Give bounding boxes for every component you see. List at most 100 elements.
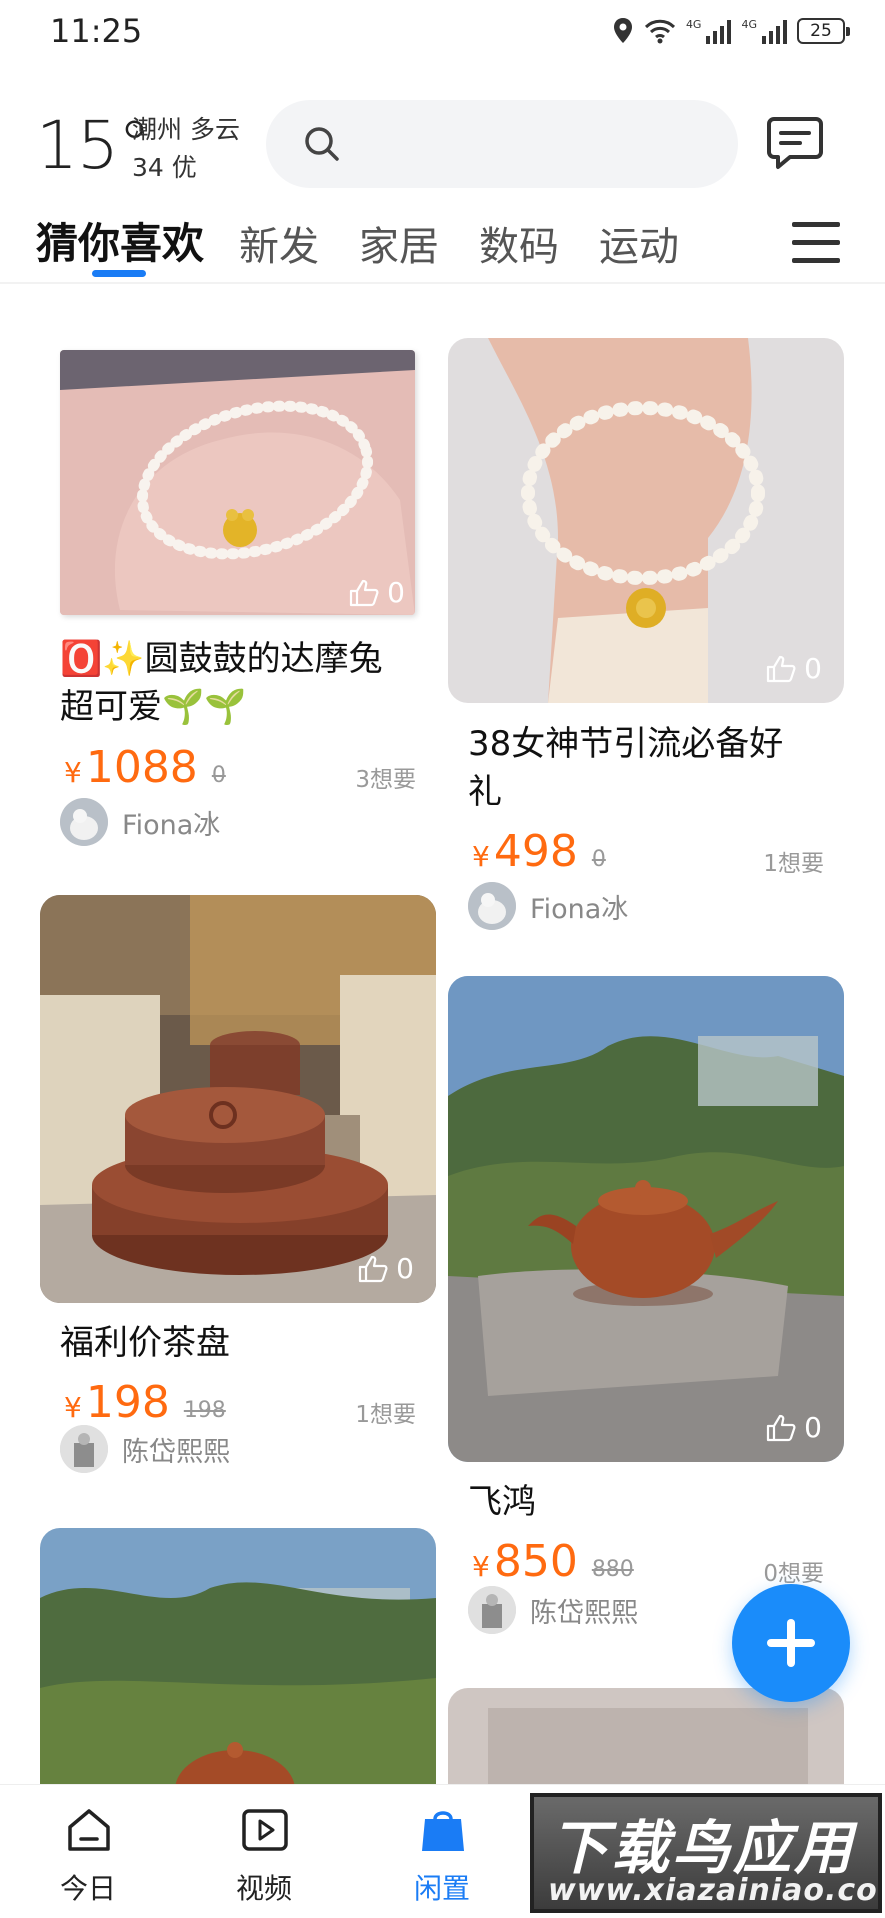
like-number: 0 [387,576,405,609]
like-number: 0 [804,652,822,685]
seller-info[interactable]: 陈岱熙熙 [468,1586,638,1634]
city-weather: 潮州 多云 [132,115,240,144]
title-line: 38女神节引流必备好 [468,724,784,764]
product-image: 0 [448,338,844,703]
seller-name: Fiona冰 [122,809,221,841]
product-price: ¥498 0 [472,826,606,877]
nav-label: 闲置 [413,1872,470,1905]
product-image: 0 [60,350,415,615]
currency-symbol: ¥ [472,1550,490,1583]
network-type-1: 4G [685,18,702,31]
want-count: 3想要 [355,767,416,793]
currency-symbol: ¥ [472,840,490,873]
message-icon[interactable] [766,116,824,170]
nav-label: 视频 [235,1872,292,1905]
shopping-bag-icon [422,1811,464,1851]
battery-icon: 25 [797,18,850,44]
nav-idle[interactable]: 闲置 [382,1785,502,1918]
nav-video[interactable]: 视频 [204,1785,324,1918]
tab-digital[interactable]: 数码 [479,214,559,272]
thumbs-up-icon [767,1414,796,1441]
seller-name: Fiona冰 [530,893,629,925]
seller-info[interactable]: 陈岱熙熙 [60,1425,230,1473]
thumbs-up-icon [359,1255,388,1282]
seller-name: 陈岱熙熙 [122,1436,230,1468]
search-icon [305,127,339,161]
want-count: 1想要 [763,851,824,877]
original-price: 0 [591,847,606,872]
product-title: 38女神节引流必备好礼 [468,720,838,816]
video-play-icon [242,1809,288,1851]
seller-info[interactable]: Fiona冰 [468,882,628,930]
menu-icon[interactable] [792,222,840,266]
product-image-partial[interactable] [448,1688,844,1788]
product-price: ¥1088 0 [64,742,226,793]
like-count[interactable]: 0 [766,652,822,685]
product-title: 福利价茶盘 [60,1319,430,1367]
product-image: 0 [448,976,844,1462]
search-bar[interactable] [266,100,738,188]
tab-new[interactable]: 新发 [239,214,319,272]
air-quality: 34 优 [132,153,197,182]
title-line: 🅾️✨圆鼓鼓的达摩兔 [60,639,383,679]
app-screen: 11:25 4G 4G 25 15° 潮州 多云 34 优 猜你喜欢 新发 家居… [0,0,885,1918]
publish-fab-button[interactable] [732,1584,850,1702]
want-count: 1想要 [355,1402,416,1428]
watermark-url: www.xiazainiao.com [548,1873,882,1908]
home-icon [68,1809,110,1851]
seller-name: 陈岱熙熙 [530,1597,638,1629]
header-divider [0,282,885,284]
product-card[interactable]: 0 飞鸿 ¥850 880 0想要 陈岱熙熙 [448,976,848,1636]
like-count[interactable]: 0 [358,1252,414,1285]
tab-sports[interactable]: 运动 [599,214,679,272]
network-type-2: 4G [741,18,757,31]
product-card[interactable]: 0 38女神节引流必备好礼 ¥498 0 1想要 Fiona冰 [448,338,848,938]
like-count[interactable]: 0 [766,1411,822,1444]
location-icon [613,18,632,43]
product-price: ¥850 880 [472,1536,634,1587]
product-price: ¥198 198 [64,1377,226,1428]
product-card[interactable]: 0 🅾️✨圆鼓鼓的达摩兔 超可爱🌱🌱 ¥1088 0 3想要 Fiona冰 [40,330,440,850]
price-value: 850 [493,1536,578,1587]
seller-info[interactable]: Fiona冰 [60,798,220,846]
original-price: 0 [211,763,226,788]
status-time: 11:25 [50,12,143,50]
tab-home[interactable]: 家居 [359,214,439,272]
product-image-partial[interactable] [40,1528,436,1788]
tab-recommended[interactable]: 猜你喜欢 [36,210,204,271]
avatar [60,798,108,846]
product-title: 飞鸿 [468,1478,838,1526]
signal-icon-1: 4G [686,18,732,44]
nav-label: 今日 [59,1872,116,1905]
original-price: 880 [591,1557,634,1582]
avatar [60,1425,108,1473]
original-price: 198 [183,1398,226,1423]
currency-symbol: ¥ [64,756,82,789]
title-line: 超可爱🌱🌱 [60,687,247,727]
price-value: 198 [85,1377,170,1428]
like-count[interactable]: 0 [349,576,405,609]
thumbs-up-icon [767,655,796,682]
avatar [468,1586,516,1634]
status-icons: 4G 4G 25 [612,14,850,48]
title-line: 礼 [468,772,502,812]
tab-indicator [92,270,146,277]
product-title: 🅾️✨圆鼓鼓的达摩兔 超可爱🌱🌱 [60,635,430,731]
want-count: 0想要 [763,1561,824,1587]
currency-symbol: ¥ [64,1391,82,1424]
product-card[interactable]: 0 福利价茶盘 ¥198 198 1想要 陈岱熙熙 [40,895,440,1485]
watermark-logo: 下载鸟应用 www.xiazainiao.com [530,1793,882,1913]
thumbs-up-icon [350,579,379,606]
nav-today[interactable]: 今日 [28,1785,148,1918]
wifi-icon [644,19,675,44]
product-image: 0 [40,895,436,1303]
title-line: 福利价茶盘 [60,1323,230,1363]
like-number: 0 [804,1411,822,1444]
status-bar: 11:25 4G 4G 25 [0,0,885,64]
title-line: 飞鸿 [468,1482,536,1522]
like-number: 0 [396,1252,414,1285]
price-value: 498 [493,826,578,877]
price-value: 1088 [85,742,198,793]
avatar [468,882,516,930]
category-tabs: 猜你喜欢 新发 家居 数码 运动 [36,210,856,280]
